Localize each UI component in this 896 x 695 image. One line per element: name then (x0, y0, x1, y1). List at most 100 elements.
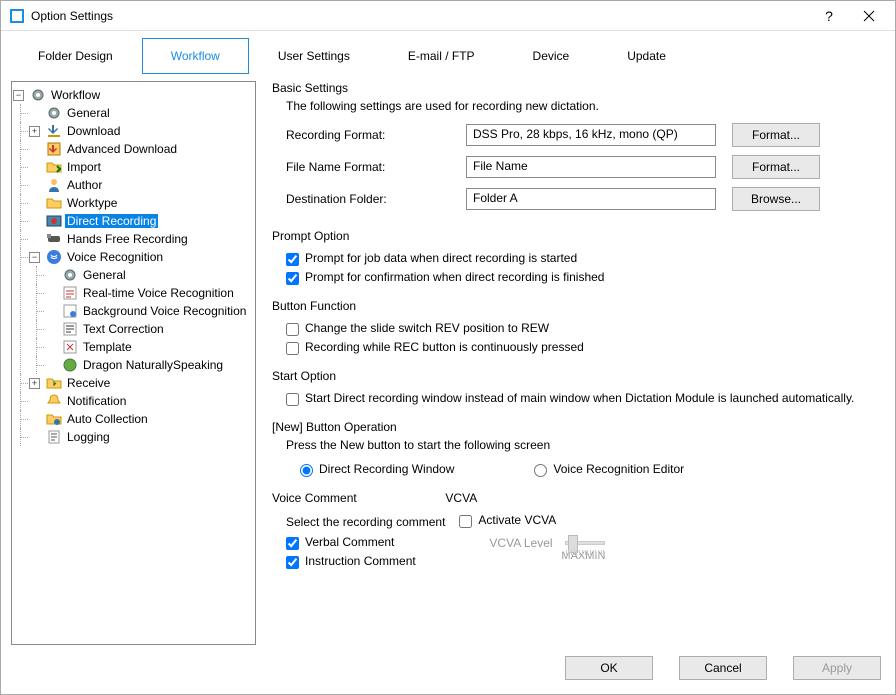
basic-desc: The following settings are used for reco… (286, 99, 879, 113)
tree-item-direct-recording[interactable]: Direct Recording (30, 212, 253, 230)
tree-item-label: Workflow (49, 88, 102, 102)
tree-item-notification[interactable]: Notification (30, 392, 253, 410)
recording-format-button[interactable]: Format... (732, 123, 820, 147)
tree-item-auto-collection[interactable]: Auto Collection (30, 410, 253, 428)
close-button[interactable] (847, 1, 891, 31)
tree-item-label: Receive (65, 376, 112, 390)
verbal-comment-row[interactable]: Verbal Comment (286, 535, 445, 550)
tree-item-label: Download (65, 124, 122, 138)
tab-e-mail-ftp[interactable]: E-mail / FTP (379, 38, 504, 74)
expander-icon (29, 216, 40, 227)
dialog-buttons: OK Cancel Apply (1, 645, 895, 694)
cancel-button[interactable]: Cancel (679, 656, 767, 680)
tree-item-advanced-download[interactable]: Advanced Download (30, 140, 253, 158)
voice-recognition-editor-label: Voice Recognition Editor (553, 462, 684, 476)
nav-tree[interactable]: − Workflow General + Download Advanced Downlo… (11, 81, 256, 645)
expander-icon (45, 270, 56, 281)
verbal-comment-label: Verbal Comment (305, 535, 394, 549)
rev-to-rew-row[interactable]: Change the slide switch REV position to … (286, 321, 879, 336)
voice-comment-section: Voice Comment Select the recording comme… (272, 491, 445, 573)
notification-icon (46, 393, 62, 409)
direct-recording-window-radio[interactable] (300, 464, 313, 477)
direct-rec-icon (46, 213, 62, 229)
prompt-job-data-checkbox[interactable] (286, 253, 299, 266)
file-name-format-button[interactable]: Format... (732, 155, 820, 179)
tree-item-author[interactable]: Author (30, 176, 253, 194)
instruction-comment-checkbox[interactable] (286, 556, 299, 569)
receive-icon (46, 375, 62, 391)
file-name-format-value[interactable]: File Name (466, 156, 716, 178)
tree-item-logging[interactable]: Logging (30, 428, 253, 446)
tree-item-label: Author (65, 178, 104, 192)
instruction-comment-row[interactable]: Instruction Comment (286, 554, 445, 569)
tree-item-label: Hands Free Recording (65, 232, 190, 246)
expander-icon (29, 396, 40, 407)
expander-icon (29, 180, 40, 191)
tab-device[interactable]: Device (504, 38, 599, 74)
prompt-confirmation-row[interactable]: Prompt for confirmation when direct reco… (286, 270, 879, 285)
expander-icon (29, 234, 40, 245)
logging-icon (46, 429, 62, 445)
prompt-confirmation-checkbox[interactable] (286, 272, 299, 285)
verbal-comment-checkbox[interactable] (286, 537, 299, 550)
recording-format-value[interactable]: DSS Pro, 28 kbps, 16 kHz, mono (QP) (466, 124, 716, 146)
tree-item-text-correction[interactable]: Text Correction (46, 320, 253, 338)
tree-item-background-voice-recognition[interactable]: Background Voice Recognition (46, 302, 253, 320)
vcva-section: VCVA Activate VCVA VCVA Level (445, 491, 605, 573)
expander-icon[interactable]: − (13, 90, 24, 101)
rec-continuous-row[interactable]: Recording while REC button is continuous… (286, 340, 879, 355)
destination-folder-value[interactable]: Folder A (466, 188, 716, 210)
vcva-title: VCVA (445, 491, 483, 505)
expander-icon (45, 288, 56, 299)
tree-item-import[interactable]: Import (30, 158, 253, 176)
new-button-desc: Press the New button to start the follow… (286, 438, 879, 452)
expander-icon (29, 144, 40, 155)
tree-item-label: General (81, 268, 128, 282)
tab-user-settings[interactable]: User Settings (249, 38, 379, 74)
start-option-title: Start Option (272, 369, 342, 383)
tree-item-real-time-voice-recognition[interactable]: Real-time Voice Recognition (46, 284, 253, 302)
vcva-slider-track[interactable] (565, 541, 606, 545)
expander-icon[interactable]: + (29, 378, 40, 389)
realtime-icon (62, 285, 78, 301)
activate-vcva-checkbox[interactable] (459, 515, 472, 528)
tree-item-hands-free-recording[interactable]: Hands Free Recording (30, 230, 253, 248)
expander-icon[interactable]: + (29, 126, 40, 137)
tab-folder-design[interactable]: Folder Design (9, 38, 142, 74)
text-corr-icon (62, 321, 78, 337)
tree-root-workflow[interactable]: − Workflow (14, 86, 253, 104)
start-direct-checkbox[interactable] (286, 393, 299, 406)
direct-recording-window-row[interactable]: Direct Recording Window (300, 462, 454, 477)
apply-button[interactable]: Apply (793, 656, 881, 680)
help-button[interactable]: ? (811, 1, 847, 31)
voice-recognition-editor-row[interactable]: Voice Recognition Editor (534, 462, 684, 477)
activate-vcva-row[interactable]: Activate VCVA (459, 513, 605, 528)
expander-icon (45, 306, 56, 317)
tree-item-download[interactable]: + Download (30, 122, 253, 140)
rev-to-rew-checkbox[interactable] (286, 323, 299, 336)
tree-item-worktype[interactable]: Worktype (30, 194, 253, 212)
tree-item-template[interactable]: Template (46, 338, 253, 356)
tab-update[interactable]: Update (598, 38, 695, 74)
tree-item-label: Dragon NaturallySpeaking (81, 358, 225, 372)
tree-item-receive[interactable]: + Receive (30, 374, 253, 392)
tree-item-dragon-naturallyspeaking[interactable]: Dragon NaturallySpeaking (46, 356, 253, 374)
ok-button[interactable]: OK (565, 656, 653, 680)
expander-icon (29, 414, 40, 425)
tree-item-voice-recognition[interactable]: −Voice Recognition (30, 248, 253, 266)
expander-icon (29, 162, 40, 173)
tree-item-label: Worktype (65, 196, 119, 210)
background-icon (62, 303, 78, 319)
rec-continuous-checkbox[interactable] (286, 342, 299, 355)
tree-item-general[interactable]: General (46, 266, 253, 284)
tree-item-label: Import (65, 160, 103, 174)
start-direct-row[interactable]: Start Direct recording window instead of… (286, 391, 879, 406)
tab-workflow[interactable]: Workflow (142, 38, 249, 74)
tree-item-general[interactable]: General (30, 104, 253, 122)
expander-icon[interactable]: − (29, 252, 40, 263)
voice-comment-desc: Select the recording comment (286, 515, 445, 529)
voice-recognition-editor-radio[interactable] (534, 464, 547, 477)
prompt-job-data-row[interactable]: Prompt for job data when direct recordin… (286, 251, 879, 266)
destination-browse-button[interactable]: Browse... (732, 187, 820, 211)
vcva-slider: VCVA Level MAX MIN (459, 536, 605, 562)
